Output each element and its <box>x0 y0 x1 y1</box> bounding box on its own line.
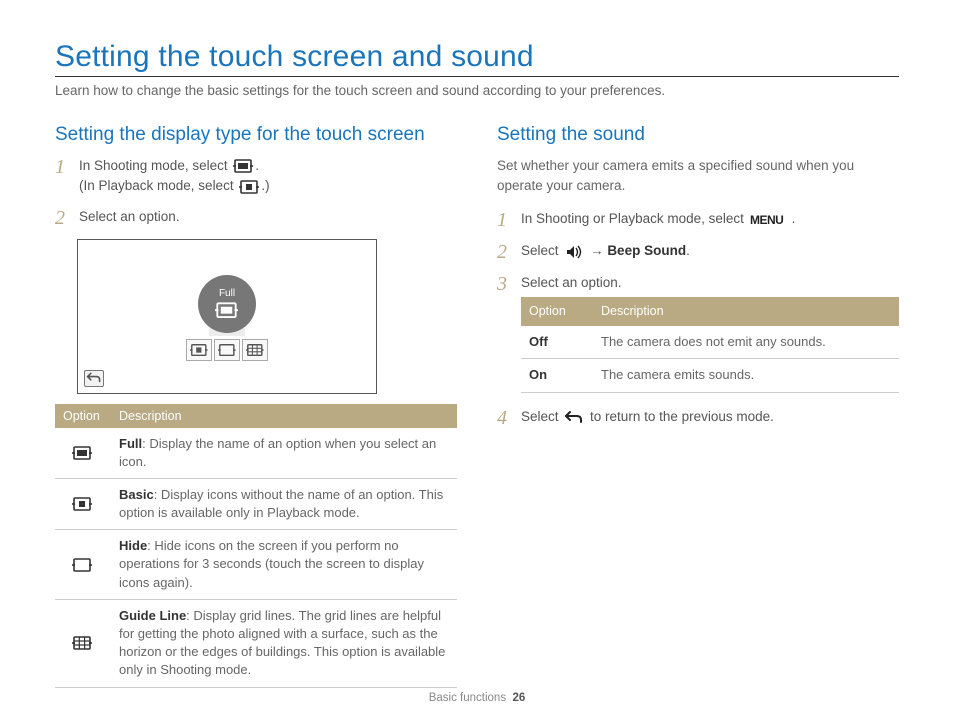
step-number: 2 <box>497 241 511 263</box>
display-type-illustration: Full <box>77 239 377 394</box>
display-options-table: Option Description Full: Display the nam… <box>55 404 457 688</box>
page-title: Setting the touch screen and sound <box>55 40 899 74</box>
option-desc: : Display the name of an option when you… <box>119 436 436 469</box>
table-row: On The camera emits sounds. <box>521 359 899 392</box>
back-button-icon <box>84 370 104 387</box>
right-subintro: Set whether your camera emits a specifie… <box>497 156 899 195</box>
left-step-2: 2 Select an option. <box>55 207 457 229</box>
right-heading: Setting the sound <box>497 124 899 146</box>
text: Select an option. <box>521 275 622 290</box>
arrow: → <box>590 243 607 258</box>
th-option: Option <box>55 404 111 428</box>
display-full-icon <box>215 301 239 319</box>
text: Select an option. <box>79 207 457 227</box>
right-step-1: 1 In Shooting or Playback mode, select . <box>497 209 899 231</box>
table-row: Off The camera does not emit any sounds. <box>521 326 899 359</box>
table-row: Guide Line: Display grid lines. The grid… <box>55 599 457 687</box>
mode-hide-tile <box>214 339 240 361</box>
option-desc: : Display icons without the name of an o… <box>119 487 443 520</box>
text: . <box>792 211 796 226</box>
text: (In Playback mode, select <box>79 178 237 193</box>
footer-page-number: 26 <box>512 692 525 704</box>
option-desc: The camera does not emit any sounds. <box>593 326 899 359</box>
option-name: Off <box>521 326 593 359</box>
page-intro: Learn how to change the basic settings f… <box>55 83 899 98</box>
option-desc: The camera emits sounds. <box>593 359 899 392</box>
th-description: Description <box>111 404 457 428</box>
left-column: Setting the display type for the touch s… <box>55 124 457 688</box>
text: .) <box>261 178 269 193</box>
th-description: Description <box>593 297 899 326</box>
mode-basic-tile <box>186 339 212 361</box>
table-row: Hide: Hide icons on the screen if you pe… <box>55 530 457 600</box>
th-option: Option <box>521 297 593 326</box>
sound-icon <box>564 244 584 260</box>
display-basic-icon <box>239 179 259 195</box>
text: In Shooting mode, select <box>79 158 231 173</box>
sound-options-table: Option Description Off The camera does n… <box>521 297 899 392</box>
option-name: On <box>521 359 593 392</box>
text: . <box>686 243 690 258</box>
option-name: Basic <box>119 487 154 502</box>
step-number: 1 <box>55 156 69 178</box>
text: In Shooting or Playback mode, select <box>521 211 748 226</box>
right-step-3: 3 Select an option. Option Description O… <box>497 273 899 392</box>
title-rule <box>55 76 899 77</box>
left-heading: Setting the display type for the touch s… <box>55 124 457 146</box>
beep-sound-label: Beep Sound <box>607 243 686 258</box>
text: Select <box>521 409 562 424</box>
right-column: Setting the sound Set whether your camer… <box>497 124 899 688</box>
display-grid-icon <box>72 635 94 652</box>
option-name: Guide Line <box>119 608 186 623</box>
left-step-1: 1 In Shooting mode, select . (In Playbac… <box>55 156 457 197</box>
table-row: Full: Display the name of an option when… <box>55 428 457 479</box>
menu-icon <box>750 213 790 227</box>
mode-strip <box>186 339 268 361</box>
text: to return to the previous mode. <box>590 409 774 424</box>
step-number: 2 <box>55 207 69 229</box>
text: . <box>255 158 259 173</box>
right-step-2: 2 Select → Beep Sound. <box>497 241 899 263</box>
footer-section: Basic functions <box>429 692 506 704</box>
display-full-icon <box>233 158 253 174</box>
dial-label: Full <box>219 288 235 299</box>
display-full-icon <box>72 445 94 462</box>
table-row: Basic: Display icons without the name of… <box>55 478 457 529</box>
step-number: 4 <box>497 407 511 429</box>
dial-circle: Full <box>198 275 256 333</box>
step-number: 3 <box>497 273 511 295</box>
text: Select <box>521 243 562 258</box>
right-step-4: 4 Select to return to the previous mode. <box>497 407 899 429</box>
mode-grid-tile <box>242 339 268 361</box>
step-number: 1 <box>497 209 511 231</box>
display-hide-icon <box>72 557 94 574</box>
return-icon <box>564 409 584 425</box>
option-name: Full <box>119 436 142 451</box>
option-name: Hide <box>119 538 147 553</box>
page-footer: Basic functions 26 <box>0 692 954 704</box>
option-desc: : Hide icons on the screen if you perfor… <box>119 538 424 589</box>
display-basic-icon <box>72 496 94 513</box>
